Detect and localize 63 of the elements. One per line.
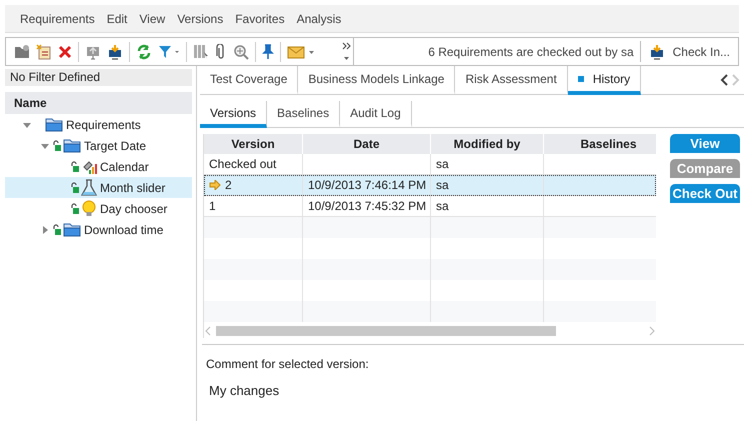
- status-text: 6 Requirements are checked out by sa: [427, 44, 635, 58]
- monitor-download-icon: [648, 44, 665, 60]
- table-cell-text: 10/9/2013 7:45:32 PM: [308, 198, 426, 215]
- tree-item[interactable]: Calendar: [5, 156, 192, 177]
- collapse-arrow-icon[interactable]: [22, 120, 30, 128]
- tab[interactable]: Business Models Linkage: [298, 66, 456, 95]
- folder-icon: [63, 138, 81, 153]
- table-cell-text: 10/9/2013 7:46:14 PM: [308, 177, 426, 194]
- tab[interactable]: Test Coverage: [200, 66, 298, 95]
- monitor-download-icon[interactable]: [107, 44, 123, 60]
- refresh-icon[interactable]: [136, 44, 152, 60]
- expand-arrow-icon[interactable]: [40, 226, 48, 234]
- table-cell-text: Checked out: [209, 156, 276, 173]
- tab[interactable]: Baselines: [267, 101, 340, 128]
- scroll-right-icon[interactable]: [648, 326, 656, 336]
- action-button[interactable]: Check Out: [670, 184, 740, 203]
- close-icon[interactable]: [58, 44, 72, 58]
- tree-item[interactable]: Target Date: [5, 135, 192, 156]
- menu-item[interactable]: Analysis: [290, 12, 348, 26]
- table-cell-text: 1: [209, 198, 216, 215]
- tree-item[interactable]: Download time: [5, 219, 192, 240]
- table-cell-text: sa: [436, 177, 449, 194]
- document-icon[interactable]: [36, 44, 52, 60]
- table-cell-text: 2: [225, 177, 232, 194]
- tab[interactable]: Risk Assessment: [455, 66, 568, 95]
- tree-item[interactable]: Requirements: [5, 114, 192, 135]
- tab[interactable]: Versions: [200, 101, 268, 128]
- menu-item[interactable]: Versions: [171, 12, 230, 26]
- columns-icon[interactable]: [193, 44, 209, 60]
- menu-item[interactable]: Favorites: [229, 12, 291, 26]
- folder-icon[interactable]: [14, 44, 30, 59]
- tree-item[interactable]: Month slider: [5, 177, 192, 198]
- scroll-left-icon[interactable]: [204, 326, 212, 336]
- menu-item[interactable]: Edit: [100, 12, 134, 26]
- check-in-button[interactable]: Check In...: [640, 41, 738, 62]
- folder-icon: [63, 222, 81, 237]
- pin-icon[interactable]: [262, 44, 274, 60]
- folder-icon: [45, 117, 63, 132]
- table-cell-text: sa: [436, 198, 449, 215]
- action-button[interactable]: View: [670, 134, 740, 153]
- tab[interactable]: Audit Log: [340, 101, 412, 128]
- zoom-icon[interactable]: [233, 44, 249, 60]
- collapse-arrow-icon[interactable]: [40, 142, 48, 150]
- table-row[interactable]: 2 10/9/2013 7:46:14 PM sa: [204, 175, 656, 196]
- tree-item[interactable]: Day chooser: [5, 198, 192, 219]
- column-header: Modified by: [431, 134, 544, 154]
- column-header: Name: [5, 92, 192, 114]
- chart-icon: [81, 158, 97, 174]
- comment-label: Comment for selected version:: [206, 357, 370, 371]
- tab[interactable]: History: [568, 66, 642, 95]
- flask-icon: [81, 179, 97, 196]
- envelope-icon[interactable]: [287, 44, 315, 58]
- column-header: Date: [303, 134, 431, 154]
- menu-item[interactable]: View: [133, 12, 172, 26]
- menu-item[interactable]: Requirements: [14, 12, 101, 26]
- column-header: Version: [204, 134, 303, 154]
- comment-text: My changes: [209, 383, 280, 398]
- scrollbar-thumb[interactable]: [216, 326, 556, 336]
- lightbulb-icon: [81, 200, 97, 217]
- filter-icon[interactable]: [158, 44, 180, 58]
- square-icon: [578, 76, 584, 82]
- table-cell-text: sa: [436, 156, 449, 173]
- filter-label: No Filter Defined: [5, 69, 192, 86]
